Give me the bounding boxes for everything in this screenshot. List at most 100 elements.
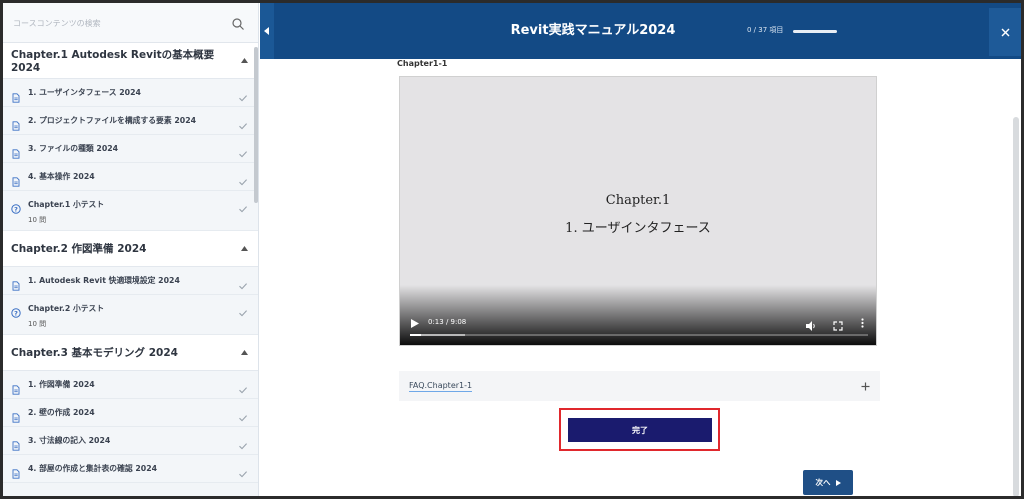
document-icon xyxy=(11,172,21,187)
lesson-label: 3. 寸法線の記入 2024 xyxy=(28,436,111,445)
chapter-list: Chapter.1 Autodesk Revitの基本概要 2024 1. ユーザ… xyxy=(3,43,258,483)
lesson-text: 3. 寸法線の記入 2024 xyxy=(28,435,238,446)
lesson-text: Chapter.1 小テスト 10 問 xyxy=(28,199,238,225)
lesson-label: 1. Autodesk Revit 快適環境設定 2024 xyxy=(28,276,180,285)
lesson-item[interactable]: 1. ユーザインタフェース 2024 xyxy=(3,79,258,107)
video-player[interactable]: Chapter.1 1. ユーザインタフェース 0:13 / 9:08 xyxy=(399,76,877,346)
video-time: 0:13 / 9:08 xyxy=(428,318,467,326)
more-vertical-icon xyxy=(860,318,864,328)
chapter-title: Chapter.3 基本モデリング 2024 xyxy=(11,347,178,359)
caret-left-icon xyxy=(264,27,269,35)
section-label: Chapter1-1 xyxy=(397,59,448,68)
play-icon xyxy=(411,318,419,328)
check-icon xyxy=(238,199,248,213)
lesson-label: 1. 作図準備 2024 xyxy=(28,380,95,389)
app-window: Chapter.1 Autodesk Revitの基本概要 2024 1. ユーザ… xyxy=(3,3,1021,496)
lesson-item[interactable]: 1. Autodesk Revit 快適環境設定 2024 xyxy=(3,267,258,295)
check-icon xyxy=(238,380,248,393)
lesson-text: 1. 作図準備 2024 xyxy=(28,379,238,390)
lesson-text: 1. Autodesk Revit 快適環境設定 2024 xyxy=(28,275,238,286)
lesson-label: 4. 基本操作 2024 xyxy=(28,172,95,181)
collapse-sidebar-button[interactable] xyxy=(260,3,274,59)
search-icon[interactable] xyxy=(231,16,245,30)
lesson-text: 4. 部屋の作成と集計表の確認 2024 xyxy=(28,463,238,474)
quiz-icon: ? xyxy=(11,199,21,214)
chevron-up-icon xyxy=(240,57,248,65)
faq-label: FAQ.Chapter1-1 xyxy=(409,380,473,392)
check-icon xyxy=(238,408,248,421)
video-title-line2: 1. ユーザインタフェース xyxy=(565,221,711,236)
lesson-item[interactable]: 3. 寸法線の記入 2024 xyxy=(3,427,258,455)
chapter-title: Chapter.1 Autodesk Revitの基本概要 2024 xyxy=(11,49,215,74)
check-icon xyxy=(238,303,248,317)
next-button[interactable]: 次へ xyxy=(803,470,853,495)
lesson-item[interactable]: ? Chapter.1 小テスト 10 問 xyxy=(3,191,258,231)
content-scrollbar[interactable] xyxy=(1013,117,1019,496)
svg-text:?: ? xyxy=(14,205,18,213)
check-icon xyxy=(238,144,248,157)
fullscreen-button[interactable] xyxy=(832,317,844,331)
video-title-line1: Chapter.1 xyxy=(605,193,671,208)
search-bar xyxy=(3,3,258,43)
caret-right-icon xyxy=(835,479,841,486)
search-input[interactable] xyxy=(13,13,223,33)
complete-button[interactable]: 完了 xyxy=(568,418,712,442)
close-button[interactable] xyxy=(989,8,1021,56)
lesson-label: 1. ユーザインタフェース 2024 xyxy=(28,88,141,97)
video-seek-bar[interactable] xyxy=(410,334,868,336)
lesson-text: 1. ユーザインタフェース 2024 xyxy=(28,87,238,98)
document-icon xyxy=(11,276,21,291)
lesson-text: 4. 基本操作 2024 xyxy=(28,171,238,182)
lesson-item[interactable]: 2. 壁の作成 2024 xyxy=(3,399,258,427)
next-label: 次へ xyxy=(815,478,831,487)
lesson-item[interactable]: 1. 作図準備 2024 xyxy=(3,371,258,399)
document-icon xyxy=(11,464,21,479)
more-options-button[interactable] xyxy=(858,317,866,329)
document-icon xyxy=(11,380,21,395)
course-sidebar: Chapter.1 Autodesk Revitの基本概要 2024 1. ユーザ… xyxy=(3,3,259,496)
lesson-label: 3. ファイルの種類 2024 xyxy=(28,144,119,153)
fullscreen-icon xyxy=(833,321,843,331)
play-button[interactable] xyxy=(410,318,420,328)
volume-button[interactable] xyxy=(805,317,817,331)
chapter-header[interactable]: Chapter.1 Autodesk Revitの基本概要 2024 xyxy=(3,43,258,79)
lesson-text: 2. プロジェクトファイルを構成する要素 2024 xyxy=(28,115,238,126)
lesson-question-count: 10 問 xyxy=(28,216,47,224)
chapter-header[interactable]: Chapter.3 基本モデリング 2024 xyxy=(3,335,258,371)
volume-icon xyxy=(806,321,815,331)
check-icon xyxy=(238,172,248,185)
sidebar-scrollbar[interactable] xyxy=(254,47,258,203)
quiz-icon: ? xyxy=(11,303,21,318)
close-icon xyxy=(1001,28,1009,36)
course-title: Revit実践マニュアル2024 xyxy=(510,23,676,38)
lesson-label: 2. プロジェクトファイルを構成する要素 2024 xyxy=(28,116,197,125)
lesson-item[interactable]: 4. 部屋の作成と集計表の確認 2024 xyxy=(3,455,258,483)
progress-text: 0 / 37 項目 xyxy=(747,26,784,34)
chevron-up-icon xyxy=(240,245,248,253)
document-icon xyxy=(11,88,21,103)
check-icon xyxy=(238,464,248,477)
document-icon xyxy=(11,144,21,159)
svg-text:?: ? xyxy=(14,309,18,317)
lesson-label: 4. 部屋の作成と集計表の確認 2024 xyxy=(28,464,158,473)
plus-icon xyxy=(860,381,870,391)
progress-bar xyxy=(793,30,837,33)
check-icon xyxy=(238,436,248,449)
lesson-label: Chapter.2 小テスト xyxy=(28,304,105,313)
lesson-label: Chapter.1 小テスト xyxy=(28,200,105,209)
lesson-item[interactable]: 4. 基本操作 2024 xyxy=(3,163,258,191)
check-icon xyxy=(238,88,248,101)
lesson-text: Chapter.2 小テスト 10 問 xyxy=(28,303,238,329)
chapter-title: Chapter.2 作図準備 2024 xyxy=(11,243,147,255)
document-icon xyxy=(11,436,21,451)
check-icon xyxy=(238,116,248,129)
lesson-item[interactable]: 3. ファイルの種類 2024 xyxy=(3,135,258,163)
chapter-header[interactable]: Chapter.2 作図準備 2024 xyxy=(3,231,258,267)
video-controls-gradient xyxy=(400,285,876,345)
lesson-item[interactable]: ? Chapter.2 小テスト 10 問 xyxy=(3,295,258,335)
lesson-question-count: 10 問 xyxy=(28,320,47,328)
faq-accordion[interactable]: FAQ.Chapter1-1 xyxy=(399,371,880,401)
lesson-label: 2. 壁の作成 2024 xyxy=(28,408,95,417)
video-played xyxy=(410,334,421,336)
lesson-item[interactable]: 2. プロジェクトファイルを構成する要素 2024 xyxy=(3,107,258,135)
